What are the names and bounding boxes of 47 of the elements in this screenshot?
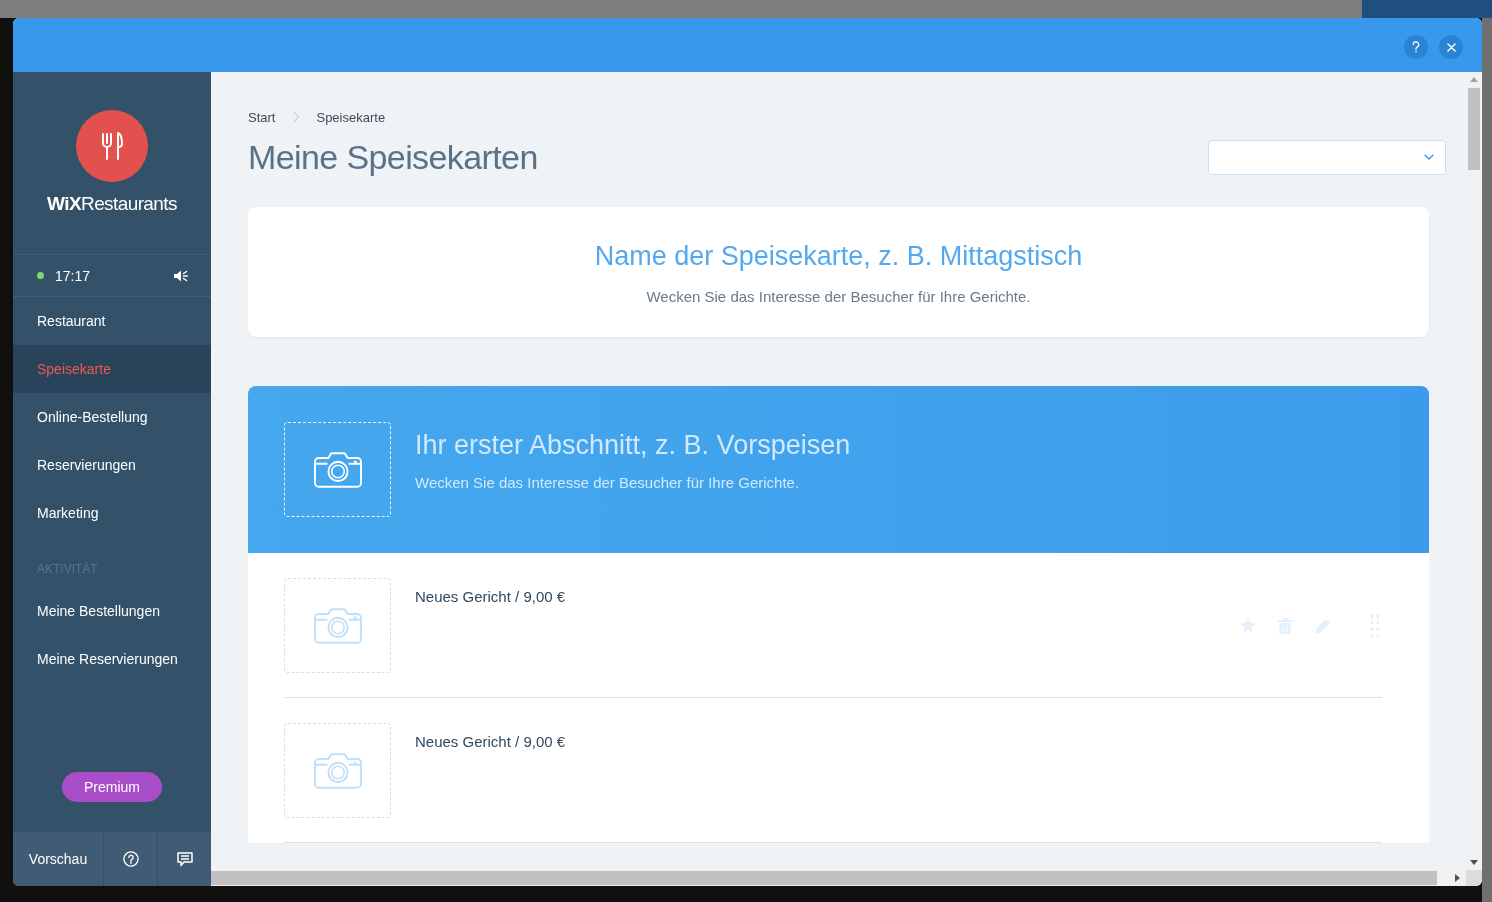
menu-card[interactable]: Name der Speisekarte, z. B. Mittagstisch Wecken Sie das Interesse der Besucher für Ihre Gerichte. bbox=[248, 207, 1429, 337]
dish-title[interactable]: Neues Gericht / 9,00 € bbox=[415, 588, 566, 606]
close-button[interactable] bbox=[1439, 35, 1463, 59]
scroll-right-icon[interactable] bbox=[1455, 874, 1460, 882]
trash-icon[interactable] bbox=[1278, 617, 1292, 634]
pencil-icon[interactable] bbox=[1315, 617, 1331, 634]
scroll-up-icon[interactable] bbox=[1470, 77, 1478, 82]
sidebar-item[interactable]: Meine Reservierungen bbox=[13, 635, 211, 683]
sidebar-item[interactable]: Marketing bbox=[13, 489, 211, 537]
camera-icon bbox=[313, 752, 362, 789]
breadcrumb-current: Speisekarte bbox=[316, 109, 386, 125]
dish-row[interactable]: Neues Gericht / 9,00 € bbox=[284, 698, 1382, 843]
camera-icon bbox=[313, 451, 362, 488]
image-placeholder[interactable] bbox=[284, 723, 391, 818]
scrollbar-thumb[interactable] bbox=[1468, 88, 1480, 170]
sidebar-item[interactable]: Meine Bestellungen bbox=[13, 587, 211, 635]
star-icon[interactable] bbox=[1240, 618, 1256, 633]
image-placeholder[interactable] bbox=[284, 578, 391, 673]
chevron-right-icon bbox=[293, 111, 300, 123]
vertical-scrollbar[interactable] bbox=[1466, 72, 1482, 870]
speaker-icon[interactable] bbox=[174, 269, 188, 282]
help-button[interactable] bbox=[1404, 35, 1428, 59]
preview-button[interactable]: Vorschau bbox=[13, 832, 103, 886]
menu-description[interactable]: Wecken Sie das Interesse der Besucher für Ihre Gerichte. bbox=[248, 288, 1429, 306]
question-mark-icon bbox=[1412, 41, 1420, 53]
menu-select[interactable] bbox=[1208, 139, 1446, 175]
dish-title[interactable]: Neues Gericht / 9,00 € bbox=[415, 733, 566, 751]
breadcrumb-link[interactable]: Start bbox=[248, 109, 276, 125]
scroll-down-icon[interactable] bbox=[1470, 860, 1478, 865]
help-button[interactable] bbox=[103, 832, 157, 886]
fork-knife-icon bbox=[76, 110, 148, 182]
sidebar-item[interactable]: Online-Bestellung bbox=[13, 393, 211, 441]
sidebar-item[interactable]: Reservierungen bbox=[13, 441, 211, 489]
camera-icon bbox=[313, 607, 362, 644]
chat-button[interactable] bbox=[157, 832, 211, 886]
chevron-down-icon bbox=[1424, 154, 1434, 160]
help-icon bbox=[122, 851, 139, 867]
page-title: Meine Speisekarten bbox=[248, 137, 538, 177]
sidebar-item[interactable]: Restaurant bbox=[13, 297, 211, 345]
dish-row[interactable]: Neues Gericht / 9,00 € bbox=[284, 553, 1382, 698]
chat-icon bbox=[176, 851, 193, 867]
scrollbar-corner bbox=[1466, 870, 1482, 886]
logo-wordmark: WiXRestaurants bbox=[47, 193, 177, 215]
close-icon bbox=[1446, 42, 1456, 52]
drag-handle-icon[interactable] bbox=[1371, 614, 1379, 637]
clock-time: 17:17 bbox=[55, 267, 91, 284]
premium-button[interactable]: Premium bbox=[62, 772, 162, 802]
